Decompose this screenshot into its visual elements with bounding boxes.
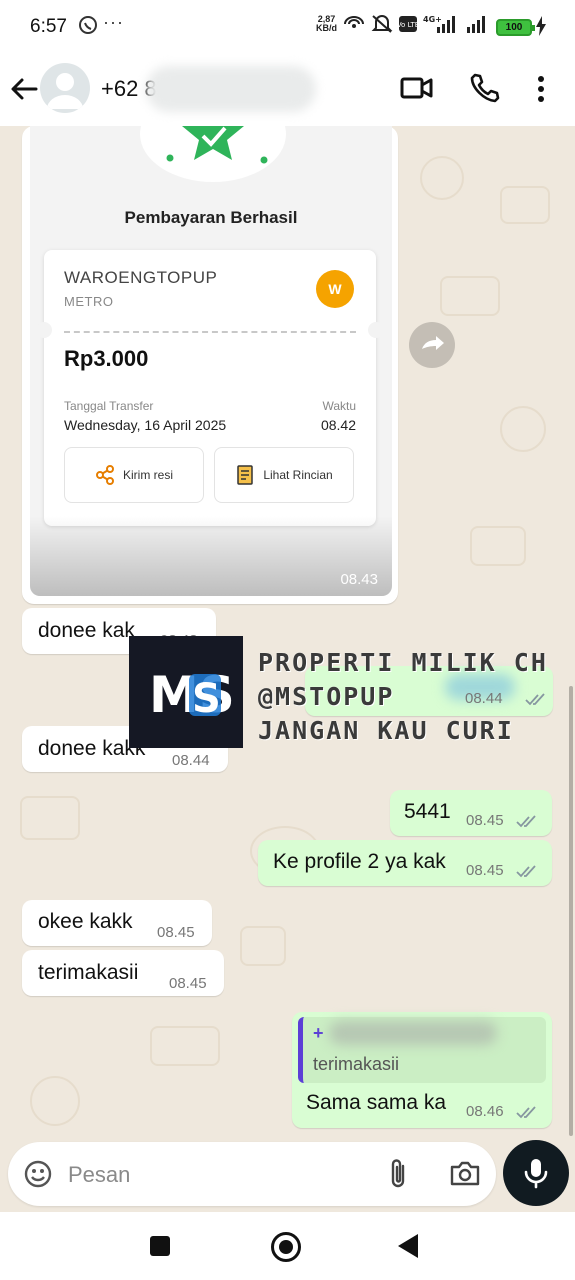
more-notifications-icon: ··· <box>103 12 124 32</box>
receipt-image[interactable]: Pembayaran Berhasil WAROENGTOPUP METRO W… <box>30 126 392 596</box>
background-doodle <box>20 796 80 840</box>
message-time: 08.43 <box>340 571 378 588</box>
background-doodle <box>500 406 546 452</box>
message-time: 08.45 <box>169 975 207 992</box>
share-icon <box>96 465 114 485</box>
message-bubble-outgoing[interactable]: Ke profile 2 ya kak 08.45 <box>258 840 552 886</box>
background-doodle <box>500 186 550 224</box>
video-call-icon[interactable] <box>400 73 434 108</box>
status-bar: 6:57 ··· 2,87KB/d Vo LTE 4G+ 100 <box>0 0 575 56</box>
image-shade <box>30 516 392 596</box>
voice-message-button[interactable] <box>503 1140 569 1206</box>
background-doodle <box>30 1076 80 1126</box>
payment-amount: Rp3.000 <box>64 346 149 371</box>
redacted-name <box>146 66 316 112</box>
quoted-text: terimakasii <box>313 1054 400 1074</box>
watermark-text: PROPERTI MILIK CH @MSTOPUP JANGAN KAU CU… <box>258 648 548 745</box>
date-value: Wednesday, 16 April 2025 <box>64 417 227 433</box>
forward-button[interactable] <box>409 322 455 368</box>
message-time: 08.44 <box>172 752 210 769</box>
read-ticks-icon <box>516 815 536 828</box>
ticket-notch <box>368 322 384 338</box>
receipt-title: Pembayaran Berhasil <box>124 208 298 227</box>
status-time: 6:57 <box>30 16 67 37</box>
message-time: 08.46 <box>466 1103 504 1120</box>
watermark-logo: MSS <box>129 636 243 748</box>
quoted-message[interactable]: + terimakasii <box>298 1017 546 1083</box>
background-doodle <box>150 1026 220 1066</box>
svg-text:S: S <box>192 676 221 722</box>
system-navigation-bar <box>0 1212 575 1280</box>
message-time: 08.45 <box>466 862 504 879</box>
background-doodle <box>240 926 286 966</box>
charging-icon <box>536 16 546 41</box>
home-button[interactable] <box>271 1232 301 1262</box>
back-button[interactable] <box>398 1234 418 1258</box>
forward-icon <box>420 336 444 350</box>
receipt-icon <box>237 465 254 485</box>
message-time: 08.45 <box>466 812 504 829</box>
attach-icon[interactable] <box>386 1157 412 1196</box>
date-label: Tanggal Transfer <box>64 399 154 413</box>
message-time: 08.45 <box>157 924 195 941</box>
divider <box>64 331 356 333</box>
message-bubble-outgoing[interactable]: 5441 08.45 <box>390 790 552 836</box>
read-ticks-icon <box>516 1106 536 1119</box>
battery-indicator: 100 <box>496 19 535 36</box>
avatar[interactable] <box>40 63 90 113</box>
chat-area[interactable]: Pembayaran Berhasil WAROENGTOPUP METRO W… <box>0 126 575 1140</box>
merchant-logo: W <box>316 270 354 308</box>
merchant-location: METRO <box>64 294 114 309</box>
background-doodle <box>420 156 464 200</box>
image-message[interactable]: Pembayaran Berhasil WAROENGTOPUP METRO W… <box>22 126 398 604</box>
view-details-button: Lihat Rincian <box>214 447 354 503</box>
background-doodle <box>440 276 500 316</box>
signal-icon <box>467 16 485 33</box>
receipt-card: WAROENGTOPUP METRO W Rp3.000 Tanggal Tra… <box>36 250 384 526</box>
message-input-bar[interactable]: Pesan <box>8 1142 496 1206</box>
read-ticks-icon <box>516 865 536 878</box>
chat-header: +62 8 <box>0 56 575 126</box>
quoted-sender: + <box>313 1023 324 1043</box>
voice-call-icon[interactable] <box>468 72 500 109</box>
message-bubble-incoming[interactable]: terimakasii 08.45 <box>22 950 224 996</box>
success-badge <box>140 126 286 182</box>
merchant-name: WAROENGTOPUP <box>64 268 218 287</box>
net-speed: 2,87 KB/d <box>316 14 337 33</box>
mic-icon <box>524 1159 548 1189</box>
ticket-notch <box>36 322 52 338</box>
send-receipt-button: Kirim resi <box>64 447 204 503</box>
message-bubble-incoming[interactable]: okee kakk 08.45 <box>22 900 212 946</box>
volte-icon: Vo LTE <box>399 16 417 32</box>
back-arrow-icon[interactable] <box>8 73 40 105</box>
status-icons: Vo LTE 4G+ <box>343 14 493 34</box>
hotspot-icon <box>344 16 364 28</box>
recents-button[interactable] <box>150 1236 170 1256</box>
svg-text:Vo LTE: Vo LTE <box>399 21 417 29</box>
whatsapp-notification-icon <box>78 15 98 40</box>
background-doodle <box>470 526 526 566</box>
time-value: 08.42 <box>320 417 356 433</box>
camera-icon[interactable] <box>449 1159 481 1192</box>
sticker-emoji-icon[interactable] <box>22 1158 54 1195</box>
redacted-sender <box>329 1021 497 1045</box>
scrollbar[interactable] <box>569 686 573 1136</box>
svg-text:4G+: 4G+ <box>423 15 442 24</box>
message-input[interactable]: Pesan <box>68 1162 130 1188</box>
mute-icon <box>371 15 393 33</box>
message-bubble-outgoing-reply[interactable]: + terimakasii Sama sama ka 08.46 <box>292 1012 552 1128</box>
signal-4g-icon: 4G+ <box>423 15 455 33</box>
more-vert-icon[interactable] <box>536 73 546 110</box>
time-label: Waktu <box>322 399 356 413</box>
